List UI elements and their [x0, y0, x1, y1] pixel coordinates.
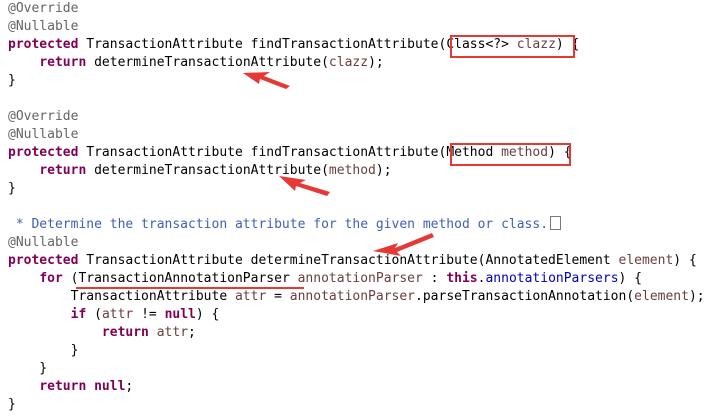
arrow-1: [243, 72, 290, 89]
arrow-3: [373, 233, 434, 256]
arrow-2: [279, 176, 330, 196]
annotation-overlay: [243, 72, 434, 256]
